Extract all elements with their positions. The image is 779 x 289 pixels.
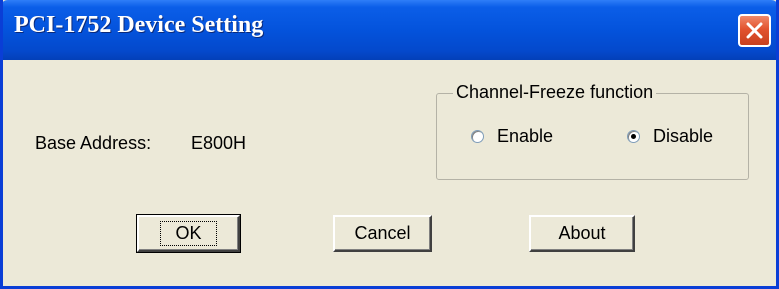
about-button-label[interactable]: About [558, 223, 605, 244]
close-button[interactable] [738, 14, 771, 47]
about-button[interactable]: About [529, 215, 635, 252]
ok-button-label[interactable]: OK [160, 221, 217, 246]
close-icon [746, 22, 763, 39]
cancel-button-label[interactable]: Cancel [354, 223, 410, 244]
disable-radio[interactable]: Disable [627, 126, 713, 147]
window-title: PCI-1752 Device Setting [14, 12, 264, 38]
title-bar[interactable]: PCI-1752 Device Setting [3, 0, 776, 60]
dialog-window: PCI-1752 Device Setting Base Address: E8… [0, 0, 779, 289]
channel-freeze-group-title: Channel-Freeze function [453, 82, 657, 103]
cancel-button[interactable]: Cancel [333, 215, 432, 252]
enable-radio[interactable]: Enable [471, 126, 553, 147]
channel-freeze-group: Channel-Freeze function Enable Disable [436, 82, 749, 180]
ok-button[interactable]: OK [136, 214, 241, 253]
enable-radio-label[interactable]: Enable [497, 126, 553, 147]
base-address-value: E800H [191, 133, 247, 153]
base-address-label: Base Address: [35, 133, 152, 153]
disable-radio-indicator[interactable] [627, 130, 640, 143]
disable-radio-label[interactable]: Disable [653, 126, 713, 147]
enable-radio-indicator[interactable] [471, 130, 484, 143]
